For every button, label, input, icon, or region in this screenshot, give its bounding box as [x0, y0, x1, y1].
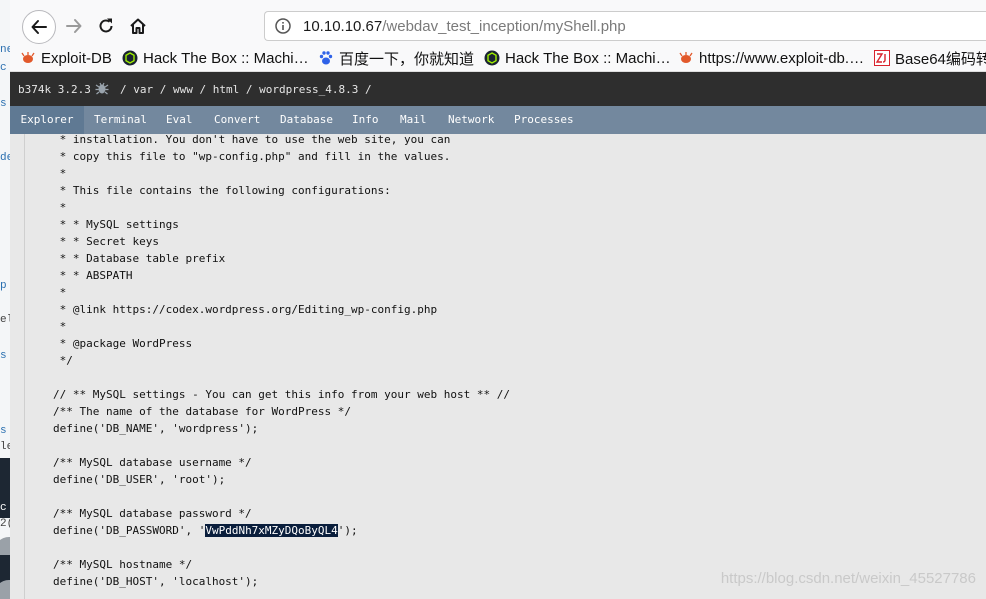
code-text: define('DB_PASSWORD', ': [53, 524, 206, 537]
code-line: *: [53, 320, 67, 333]
background-text-fragment: c: [0, 502, 7, 514]
code-line: * * ABSPATH: [53, 269, 133, 282]
code-line: * This file contains the following confi…: [53, 184, 391, 197]
code-text: ');: [337, 524, 358, 537]
menu-eval[interactable]: Eval: [166, 106, 193, 134]
code-line: /** MySQL database username */: [53, 456, 252, 469]
shell-menu: Explorer Terminal Eval Convert Database …: [10, 106, 986, 134]
watermark: https://blog.csdn.net/weixin_45527786: [720, 570, 976, 587]
bug-icon: [95, 82, 109, 95]
file-viewer: * installation. You don't have to use th…: [10, 134, 986, 599]
reload-icon: [99, 18, 113, 33]
menu-explorer[interactable]: Explorer: [10, 106, 84, 134]
code-line: define('DB_USER', 'root');: [53, 473, 226, 486]
breadcrumb-path[interactable]: / var / www / html / wordpress_4.8.3 /: [120, 83, 372, 96]
bookmark-label: Base64编码转: [895, 50, 986, 68]
menu-database[interactable]: Database: [280, 106, 333, 134]
menu-processes[interactable]: Processes: [514, 106, 574, 134]
code-line: define('DB_HOST', 'localhost');: [53, 575, 259, 588]
background-text-fragment: ne: [0, 44, 10, 56]
code-line: * * Secret keys: [53, 235, 159, 248]
code-line: * * MySQL settings: [53, 218, 179, 231]
arrow-left-icon: [31, 20, 47, 34]
background-text-fragment: s: [0, 98, 7, 110]
bookmark-label: 百度一下，你就知道: [339, 50, 475, 68]
code-line-db-password: define('DB_PASSWORD', 'VwPddNh7xMZyDQoBy…: [53, 522, 358, 539]
bookmark-label: https://www.exploit-db.…: [699, 49, 865, 67]
background-circle-button: [0, 580, 10, 599]
code-line: * * Database table prefix: [53, 252, 226, 265]
code-line: /** MySQL hostname */: [53, 558, 193, 571]
zj-icon: [874, 50, 890, 66]
url-bar[interactable]: 10.10.10.67/webdav_test_inception/myShel…: [264, 11, 986, 41]
info-icon[interactable]: [275, 18, 291, 34]
background-text-fragment: el: [0, 314, 10, 326]
baidu-paw-icon: [318, 50, 334, 66]
menu-network[interactable]: Network: [448, 106, 494, 134]
code-line: *: [53, 167, 67, 180]
exploitdb-icon: [678, 50, 694, 66]
bookmarks-toolbar: Exploit-DB Hack The Box :: Machi… 百度一下，你…: [10, 44, 986, 72]
bookmark-exploit-db-url[interactable]: https://www.exploit-db.…: [678, 48, 864, 68]
menu-info[interactable]: Info: [352, 106, 379, 134]
bookmark-label: Exploit-DB: [41, 49, 112, 67]
htb-icon: [484, 50, 500, 66]
reload-button[interactable]: [90, 10, 122, 42]
code-line: // ** MySQL settings - You can get this …: [53, 388, 510, 401]
code-line: /** MySQL database password */: [53, 507, 252, 520]
code-line: define('DB_NAME', 'wordpress');: [53, 422, 259, 435]
menu-terminal[interactable]: Terminal: [94, 106, 147, 134]
bookmark-base64[interactable]: Base64编码转: [874, 48, 986, 68]
bookmark-label: Hack The Box :: Machi…: [505, 49, 671, 67]
code-line: */: [53, 354, 73, 367]
bookmark-exploit-db[interactable]: Exploit-DB: [20, 48, 112, 68]
code-view[interactable]: * installation. You don't have to use th…: [53, 134, 978, 599]
shell-brand[interactable]: b374k 3.2.3: [18, 83, 91, 96]
url-text: 10.10.10.67/webdav_test_inception/myShel…: [303, 18, 626, 35]
background-text-fragment: s: [0, 425, 7, 437]
home-button[interactable]: [122, 10, 154, 42]
background-text-fragment: c: [0, 62, 7, 74]
background-text-fragment: le: [0, 441, 10, 453]
background-text-fragment: s: [0, 350, 7, 362]
url-path: /webdav_test_inception/myShell.php: [382, 18, 626, 35]
home-icon: [130, 18, 146, 34]
code-line: * @link https://codex.wordpress.org/Edit…: [53, 303, 438, 316]
bookmark-hack-the-box[interactable]: Hack The Box :: Machi…: [122, 48, 309, 68]
code-line: /** The name of the database for WordPre…: [53, 405, 352, 418]
arrow-right-icon: [66, 19, 82, 33]
code-line: *: [53, 201, 67, 214]
viewer-gutter: [24, 134, 25, 599]
menu-mail[interactable]: Mail: [400, 106, 427, 134]
selected-password-text[interactable]: VwPddNh7xMZyDQoByQL4: [205, 524, 338, 537]
back-button[interactable]: [22, 10, 56, 44]
code-line: *: [53, 286, 67, 299]
background-text-fragment: de: [0, 152, 10, 164]
url-host: 10.10.10.67: [303, 18, 383, 35]
code-line: * @package WordPress: [53, 337, 193, 350]
htb-icon: [122, 50, 138, 66]
background-text-fragment: p: [0, 280, 7, 292]
code-line: * installation. You don't have to use th…: [53, 134, 451, 146]
bookmark-label: Hack The Box :: Machi…: [143, 49, 309, 67]
exploitdb-icon: [20, 50, 36, 66]
bookmark-hack-the-box[interactable]: Hack The Box :: Machi…: [484, 48, 671, 68]
menu-convert[interactable]: Convert: [214, 106, 260, 134]
background-window-edge: ne c de s p el s s le c 2(: [0, 0, 10, 599]
background-text-fragment: 2(: [0, 518, 10, 530]
browser-toolbar: 10.10.10.67/webdav_test_inception/myShel…: [10, 0, 986, 44]
shell-header: b374k 3.2.3 / var / www / html / wordpre…: [10, 72, 986, 106]
code-line: * copy this file to "wp-config.php" and …: [53, 150, 451, 163]
forward-button[interactable]: [58, 10, 90, 42]
bookmark-baidu[interactable]: 百度一下，你就知道: [318, 48, 474, 68]
